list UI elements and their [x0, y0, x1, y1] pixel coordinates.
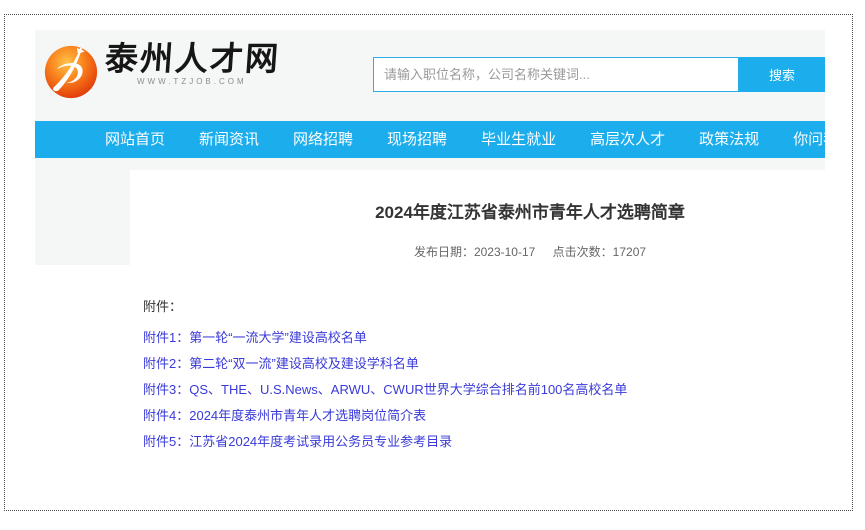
article-meta: 发布日期：2023-10-17 点击次数：17207 — [130, 243, 825, 260]
page-container: 泰州人才网 WWW.TZJOB.COM 搜索 网站首页 新闻资讯 网络招聘 现场… — [35, 30, 825, 490]
site-name: 泰州人才网 — [104, 39, 282, 79]
attachments-section: 附件： 附件1：第一轮“一流大学”建设高校名单 附件2：第二轮“双一流”建设高校… — [130, 296, 825, 455]
site-logo[interactable]: 泰州人才网 WWW.TZJOB.COM — [42, 39, 280, 100]
attachment-link-1[interactable]: 附件1：第一轮“一流大学”建设高校名单 — [143, 325, 825, 351]
nav-item-high-level-talent[interactable]: 高层次人才 — [590, 121, 665, 158]
site-header: 泰州人才网 WWW.TZJOB.COM 搜索 — [35, 30, 825, 121]
nav-item-graduates[interactable]: 毕业生就业 — [481, 121, 556, 158]
attachment-link-3[interactable]: 附件3：QS、THE、U.S.News、ARWU、CWUR世界大学综合排名前10… — [143, 377, 825, 403]
article-header: 2024年度江苏省泰州市青年人才选聘简章 发布日期：2023-10-17 点击次… — [130, 198, 825, 260]
article-title: 2024年度江苏省泰州市青年人才选聘简章 — [130, 198, 825, 223]
article-panel: 2024年度江苏省泰州市青年人才选聘简章 发布日期：2023-10-17 点击次… — [130, 170, 825, 490]
attachments-label: 附件： — [143, 296, 825, 315]
hit-count: 点击次数：17207 — [553, 245, 646, 259]
nav-item-qa[interactable]: 你问我答 — [793, 121, 825, 158]
nav-item-home[interactable]: 网站首页 — [105, 121, 165, 158]
publish-date: 发布日期：2023-10-17 — [414, 245, 535, 259]
nav-item-news[interactable]: 新闻资讯 — [199, 121, 259, 158]
nav-item-policies[interactable]: 政策法规 — [699, 121, 759, 158]
attachment-link-4[interactable]: 附件4：2024年度泰州市青年人才选聘岗位简介表 — [143, 403, 825, 429]
nav-item-online-recruit[interactable]: 网络招聘 — [293, 121, 353, 158]
brand-text: 泰州人才网 WWW.TZJOB.COM — [105, 39, 280, 86]
search-input[interactable] — [373, 57, 739, 92]
main-nav: 网站首页 新闻资讯 网络招聘 现场招聘 毕业生就业 高层次人才 政策法规 你问我… — [35, 121, 825, 158]
brand-circle-icon — [42, 42, 100, 100]
nav-item-onsite-recruit[interactable]: 现场招聘 — [387, 121, 447, 158]
attachment-link-2[interactable]: 附件2：第二轮“双一流”建设高校及建设学科名单 — [143, 351, 825, 377]
search-button[interactable]: 搜索 — [739, 57, 825, 92]
attachment-link-5[interactable]: 附件5：江苏省2024年度考试录用公务员专业参考目录 — [143, 429, 825, 455]
